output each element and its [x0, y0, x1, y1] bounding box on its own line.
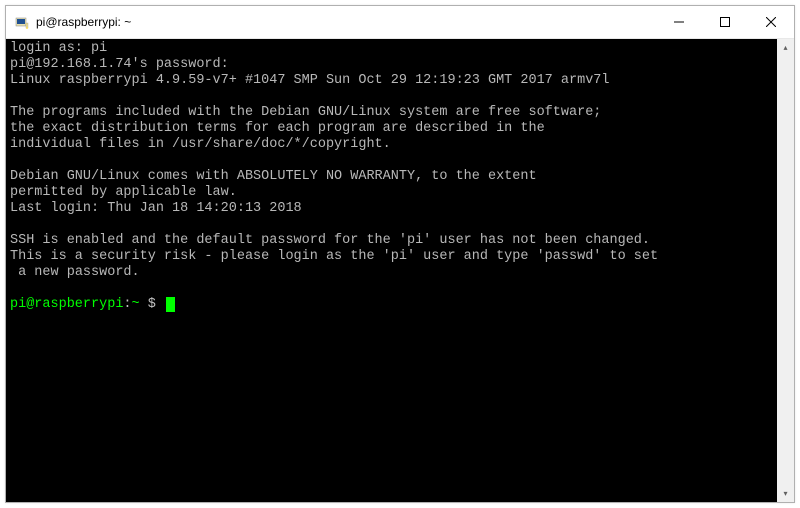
close-button[interactable] — [748, 6, 794, 38]
prompt-user-host: pi@raspberrypi — [10, 297, 123, 312]
terminal-line: a new password. — [10, 265, 140, 280]
terminal-cursor — [166, 297, 175, 312]
terminal-body[interactable]: login as: pi pi@192.168.1.74's password:… — [6, 39, 777, 502]
terminal-line: individual files in /usr/share/doc/*/cop… — [10, 137, 391, 152]
scroll-track[interactable] — [777, 56, 794, 485]
window-controls — [656, 6, 794, 38]
vertical-scrollbar[interactable]: ▴ ▾ — [777, 39, 794, 502]
terminal-line: pi@192.168.1.74's password: — [10, 57, 229, 72]
titlebar[interactable]: pi@raspberrypi: ~ — [6, 6, 794, 39]
terminal-line: permitted by applicable law. — [10, 185, 237, 200]
prompt-colon: : — [123, 297, 131, 312]
terminal-body-wrap: login as: pi pi@192.168.1.74's password:… — [6, 39, 794, 502]
prompt-symbol: $ — [140, 297, 156, 312]
putty-icon — [14, 14, 30, 30]
terminal-line: the exact distribution terms for each pr… — [10, 121, 545, 136]
terminal-line: login as: pi — [10, 41, 107, 56]
terminal-line: This is a security risk - please login a… — [10, 249, 658, 264]
scroll-down-arrow-icon[interactable]: ▾ — [777, 485, 794, 502]
terminal-line: Debian GNU/Linux comes with ABSOLUTELY N… — [10, 169, 537, 184]
window-title: pi@raspberrypi: ~ — [36, 15, 656, 29]
terminal-window: pi@raspberrypi: ~ login as: pi pi@192.16… — [5, 5, 795, 503]
terminal-line: Linux raspberrypi 4.9.59-v7+ #1047 SMP S… — [10, 73, 610, 88]
terminal-line: The programs included with the Debian GN… — [10, 105, 601, 120]
prompt-path: ~ — [132, 297, 140, 312]
minimize-button[interactable] — [656, 6, 702, 38]
scroll-up-arrow-icon[interactable]: ▴ — [777, 39, 794, 56]
terminal-line: Last login: Thu Jan 18 14:20:13 2018 — [10, 201, 302, 216]
maximize-button[interactable] — [702, 6, 748, 38]
terminal-line: SSH is enabled and the default password … — [10, 233, 650, 248]
